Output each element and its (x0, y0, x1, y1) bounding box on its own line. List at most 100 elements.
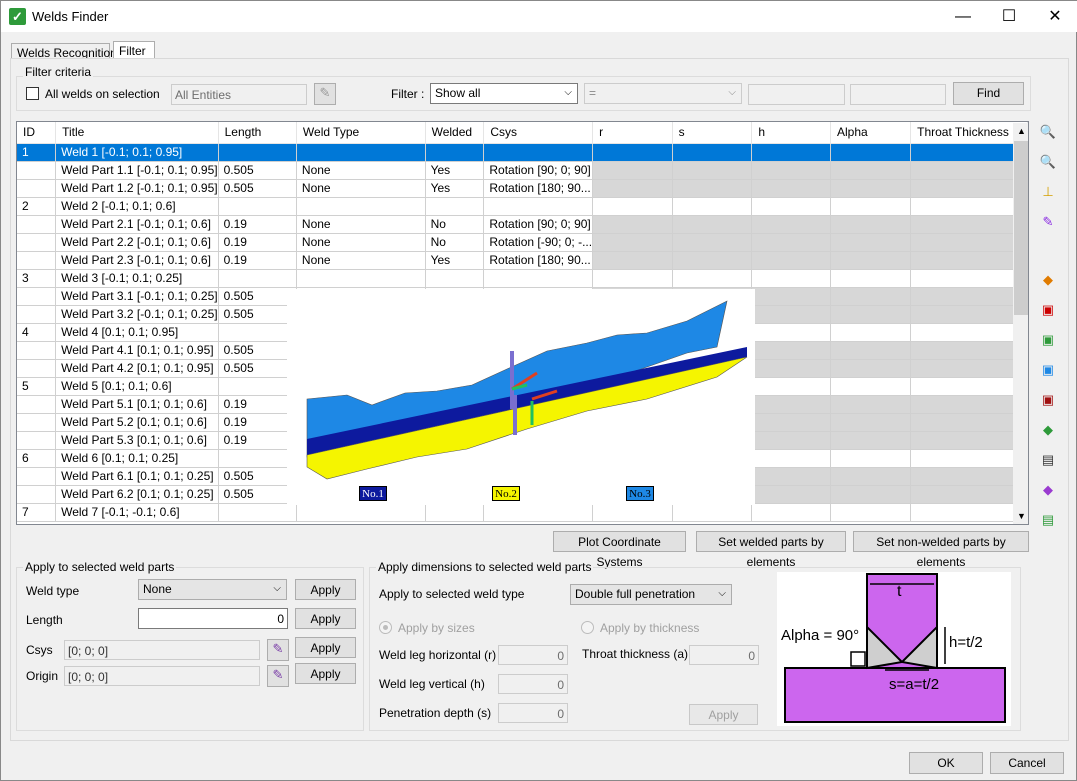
column-header[interactable]: Weld Type (296, 122, 426, 144)
cell-title[interactable]: Weld Part 6.2 [0.1; 0.1; 0.25] (55, 485, 219, 504)
cell-dimension[interactable] (592, 215, 673, 234)
cell-dimension[interactable] (751, 341, 831, 360)
weld-l-green-icon[interactable]: ▣ (1037, 329, 1059, 351)
column-header[interactable]: Title (55, 122, 219, 144)
cell-title[interactable]: Weld 1 [-0.1; 0.1; 0.95] (55, 143, 219, 162)
cell-welded[interactable] (425, 269, 485, 288)
cell-length[interactable]: 0.505 (218, 359, 297, 378)
cell-dimension[interactable] (830, 305, 912, 324)
all-welds-checkbox[interactable] (26, 87, 39, 100)
cell-length[interactable] (218, 503, 297, 522)
cell-dimension[interactable] (910, 233, 1028, 252)
cell-dimension[interactable] (910, 143, 1028, 162)
cell-dimension[interactable] (751, 305, 831, 324)
cell-id[interactable] (17, 413, 57, 432)
cell-title[interactable]: Weld 6 [0.1; 0.1; 0.25] (55, 449, 219, 468)
weld-type-select[interactable]: None ⌵ (138, 579, 287, 600)
cell-csys[interactable]: Rotation [-90; 0; -... (483, 233, 594, 252)
origin-input[interactable]: [0; 0; 0] (64, 666, 260, 686)
cell-length[interactable]: 0.505 (218, 485, 297, 504)
cell-dimension[interactable] (910, 251, 1028, 270)
origin-pencil-icon[interactable]: ✎ (267, 665, 289, 687)
cell-dimension[interactable] (910, 431, 1028, 450)
zoom-purple-icon[interactable]: 🔍 (1037, 121, 1059, 143)
cell-dimension[interactable] (751, 143, 831, 162)
column-header[interactable]: Welded (425, 122, 485, 144)
shape-add-icon[interactable]: ◆ (1037, 479, 1059, 501)
cell-dimension[interactable] (910, 287, 1028, 306)
cell-dimension[interactable] (672, 197, 753, 216)
apply-by-thickness-radio[interactable] (581, 621, 594, 634)
column-header[interactable]: Csys (483, 122, 594, 144)
weld-part-row[interactable]: Weld Part 1.2 [-0.1; 0.1; 0.95] 0.505 None… (17, 179, 1028, 198)
cell-length[interactable] (218, 269, 297, 288)
cell-dimension[interactable] (592, 197, 673, 216)
cell-title[interactable]: Weld Part 6.1 [0.1; 0.1; 0.25] (55, 467, 219, 486)
cell-csys[interactable] (483, 503, 594, 522)
cell-length[interactable]: 0.19 (218, 431, 297, 450)
cell-dimension[interactable] (751, 323, 831, 342)
entities-input[interactable]: All Entities (171, 84, 307, 105)
shape-info-icon[interactable]: ◆ (1037, 419, 1059, 441)
cell-dimension[interactable] (830, 287, 912, 306)
filter-select[interactable]: Show all ⌵ (430, 83, 578, 104)
cell-dimension[interactable] (592, 161, 673, 180)
scroll-up-icon[interactable]: ▲ (1017, 126, 1026, 136)
cell-dimension[interactable] (830, 215, 912, 234)
cell-length[interactable]: 0.505 (218, 161, 297, 180)
cell-dimension[interactable] (830, 467, 912, 486)
cell-dimension[interactable] (672, 503, 753, 522)
maximize-button[interactable]: ☐ (986, 1, 1032, 32)
cell-id[interactable]: 7 (17, 503, 57, 522)
cell-dimension[interactable] (751, 503, 831, 522)
cell-welded[interactable]: Yes (425, 179, 485, 198)
set-non-welded-button[interactable]: Set non-welded parts by elements (853, 531, 1029, 569)
cell-dimension[interactable] (910, 467, 1028, 486)
cell-length[interactable] (218, 377, 297, 396)
cell-title[interactable]: Weld Part 4.2 [0.1; 0.1; 0.95] (55, 359, 219, 378)
weld-row[interactable]: 1 Weld 1 [-0.1; 0.1; 0.95] (17, 143, 1028, 162)
csys-input[interactable]: [0; 0; 0] (64, 640, 260, 660)
leg-vertical-input[interactable]: 0 (498, 674, 568, 694)
weld-part-row[interactable]: Weld Part 2.2 [-0.1; 0.1; 0.6] 0.19 None No… (17, 233, 1028, 252)
cell-title[interactable]: Weld Part 5.2 [0.1; 0.1; 0.6] (55, 413, 219, 432)
cell-dimension[interactable] (910, 395, 1028, 414)
cell-dimension[interactable] (592, 503, 673, 522)
cell-length[interactable]: 0.505 (218, 341, 297, 360)
cell-title[interactable]: Weld 5 [0.1; 0.1; 0.6] (55, 377, 219, 396)
cell-title[interactable]: Weld Part 3.1 [-0.1; 0.1; 0.25] (55, 287, 219, 306)
cell-dimension[interactable] (910, 323, 1028, 342)
column-header[interactable]: ID (17, 122, 57, 144)
apply-by-sizes-radio[interactable] (379, 621, 392, 634)
cell-dimension[interactable] (672, 233, 753, 252)
cell-id[interactable] (17, 233, 57, 252)
weld-part-row[interactable]: Weld Part 2.1 [-0.1; 0.1; 0.6] 0.19 None No… (17, 215, 1028, 234)
cell-weld-type[interactable]: None (296, 233, 426, 252)
cell-title[interactable]: Weld 4 [0.1; 0.1; 0.95] (55, 323, 219, 342)
cell-welded[interactable] (425, 143, 485, 162)
cell-welded[interactable]: Yes (425, 251, 485, 270)
cell-dimension[interactable] (592, 179, 673, 198)
weld-i-red-icon[interactable]: ▣ (1037, 299, 1059, 321)
cell-dimension[interactable] (910, 179, 1028, 198)
cell-dimension[interactable] (830, 143, 912, 162)
plot-csys-button[interactable]: Plot Coordinate Systems (553, 531, 686, 569)
cell-welded[interactable] (425, 197, 485, 216)
cell-dimension[interactable] (751, 179, 831, 198)
cell-welded[interactable]: Yes (425, 161, 485, 180)
cell-weld-type[interactable]: None (296, 251, 426, 270)
table-scrollbar[interactable]: ▲ ▼ (1013, 123, 1028, 524)
weld-part-row[interactable]: Weld Part 2.3 [-0.1; 0.1; 0.6] 0.19 None Ye… (17, 251, 1028, 270)
apply-origin-button[interactable]: Apply (295, 663, 356, 684)
cell-length[interactable]: 0.505 (218, 467, 297, 486)
cell-dimension[interactable] (830, 395, 912, 414)
column-header[interactable]: s (672, 122, 753, 144)
cell-length[interactable]: 0.19 (218, 215, 297, 234)
cell-id[interactable]: 3 (17, 269, 57, 288)
weld-row[interactable]: 7 Weld 7 [-0.1; -0.1; 0.6] (17, 503, 1028, 522)
cell-dimension[interactable] (830, 359, 912, 378)
cell-dimension[interactable] (910, 359, 1028, 378)
cell-dimension[interactable] (830, 269, 912, 288)
cell-dimension[interactable] (830, 197, 912, 216)
cell-id[interactable] (17, 179, 57, 198)
